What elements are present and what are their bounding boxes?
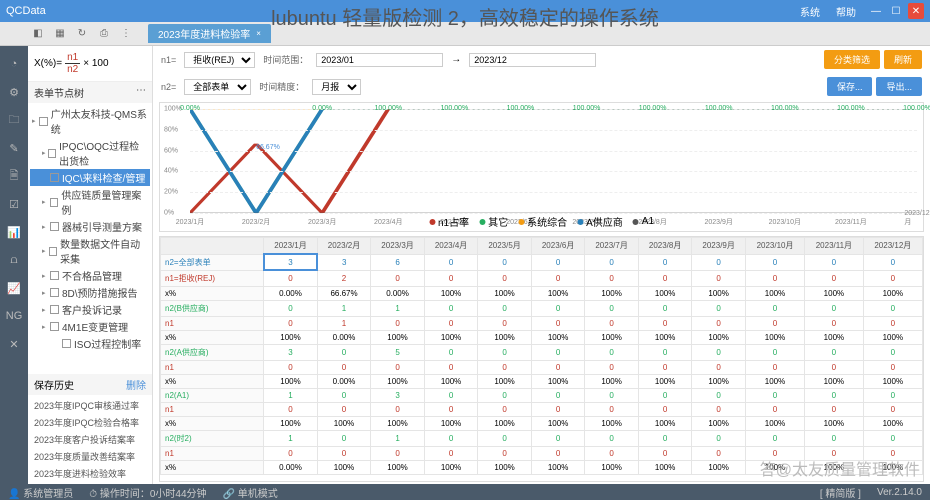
table-row[interactable]: n1010000000000 bbox=[161, 316, 923, 330]
table-row[interactable]: n2(B供应商)011000000000 bbox=[161, 300, 923, 316]
time-to-input[interactable] bbox=[469, 53, 596, 67]
tree-item[interactable]: ▸器械引导测量方案 bbox=[30, 218, 150, 235]
table-row[interactable]: n2(时2)101000000000 bbox=[161, 430, 923, 446]
save-button[interactable]: 保存... bbox=[827, 77, 873, 96]
doc-icon[interactable]: 🗎 bbox=[4, 166, 24, 186]
collapse-icon[interactable]: ⋯ bbox=[136, 85, 146, 100]
tree-item[interactable]: ▸供应链质量管理案例 bbox=[30, 186, 150, 218]
data-table[interactable]: 2023/1月2023/2月2023/3月2023/4月2023/5月2023/… bbox=[159, 236, 924, 482]
filter-bar-2: n2= 全部表单 时间精度： 月报 保存... 导出... bbox=[153, 73, 930, 100]
tree-item[interactable]: IQC\来料检查/管理 bbox=[30, 169, 150, 186]
history-item[interactable]: 2023年度客户投诉结案率 bbox=[34, 431, 146, 448]
tree-item[interactable]: ▸客户投诉记录 bbox=[30, 301, 150, 318]
tb-icon-3[interactable]: ↻ bbox=[72, 24, 92, 44]
ng-icon[interactable]: NG bbox=[4, 306, 24, 326]
table-row[interactable]: x%100%0.00%100%100%100%100%100%100%100%1… bbox=[161, 374, 923, 388]
table-row[interactable]: n1=拒收(REJ)020000000000 bbox=[161, 270, 923, 286]
table-row[interactable]: n2(A1)103000000000 bbox=[161, 388, 923, 402]
table-row[interactable]: n1000000000000 bbox=[161, 402, 923, 416]
filter-button[interactable]: 分类筛选 bbox=[824, 50, 880, 69]
toolbar: ◧ ▦ ↻ ⎙ ⋮ 2023年度进料检验率 × bbox=[0, 22, 930, 46]
app-title: QCData bbox=[6, 5, 46, 17]
gran-select[interactable]: 月报 bbox=[312, 79, 361, 95]
maximize-icon[interactable]: ☐ bbox=[888, 3, 904, 19]
history-delete-link[interactable]: 删除 bbox=[126, 377, 146, 392]
table-row[interactable]: n2=全部表单336000000000 bbox=[161, 254, 923, 270]
history-item[interactable]: 2023年度IPQC检验合格率 bbox=[34, 414, 146, 431]
status-version: Ver.2.14.0 bbox=[877, 487, 922, 498]
folder-icon[interactable]: 🗀 bbox=[4, 110, 24, 130]
tab-close-icon[interactable]: × bbox=[256, 29, 261, 38]
status-mode: 🔗 单机模式 bbox=[223, 485, 278, 500]
table-row[interactable]: x%100%100%100%100%100%100%100%100%100%10… bbox=[161, 416, 923, 430]
time-label: 时间范围： bbox=[263, 53, 308, 66]
watermark: 答@太友质量管理软件 bbox=[760, 456, 920, 480]
status-optime: ⏱ 操作时间：0小时44分钟 bbox=[89, 485, 206, 500]
sliders-icon[interactable]: ⚙ bbox=[4, 82, 24, 102]
tb-icon-5[interactable]: ⋮ bbox=[116, 24, 136, 44]
status-user: 👤 系统管理员 bbox=[8, 485, 73, 500]
history-item[interactable]: 2023年度IPQC审核通过率 bbox=[34, 397, 146, 414]
gran-label: 时间精度： bbox=[259, 80, 304, 93]
tools-icon[interactable]: ✕ bbox=[4, 334, 24, 354]
tb-icon-1[interactable]: ◧ bbox=[28, 24, 48, 44]
tree-item[interactable]: ▸广州太友科技-QMS系统 bbox=[30, 105, 150, 137]
left-panel: X(%) = n1n2 × 100 表单节点树⋯ ▸广州太友科技-QMS系统▸I… bbox=[28, 46, 153, 484]
tree-item[interactable]: ISO过程控制率 bbox=[30, 335, 150, 352]
trend-icon[interactable]: 📈 bbox=[4, 278, 24, 298]
statusbar: 👤 系统管理员 ⏱ 操作时间：0小时44分钟 🔗 单机模式 [ 精简版 ] Ve… bbox=[0, 484, 930, 500]
status-edition: [ 精简版 ] bbox=[820, 485, 861, 500]
tree-item[interactable]: ▸不合格品管理 bbox=[30, 267, 150, 284]
tree-item[interactable]: ▸4M1E变更管理 bbox=[30, 318, 150, 335]
menu-system[interactable]: 系统 bbox=[800, 4, 820, 19]
history-item[interactable]: 2023年度进料检验效率 bbox=[34, 465, 146, 482]
chart: 0%20%40%60%80%100%2023/1月0.00%2023/2月202… bbox=[159, 102, 924, 232]
formula-display: X(%) = n1n2 × 100 bbox=[28, 46, 152, 82]
tree: ▸广州太友科技-QMS系统▸IPQC\OQC过程检出货检IQC\来料检查/管理▸… bbox=[28, 103, 152, 374]
n1-select[interactable]: 拒收(REJ) bbox=[184, 52, 255, 68]
history-header: 保存历史删除 bbox=[28, 374, 152, 395]
history-item[interactable]: 2023年度质量改善结案率 bbox=[34, 448, 146, 465]
tb-icon-4[interactable]: ⎙ bbox=[94, 24, 114, 44]
content: n1= 拒收(REJ) 时间范围： → 分类筛选 刷新 n2= 全部表单 时间精… bbox=[153, 46, 930, 484]
titlebar: QCData 系统 帮助 — ☐ ✕ bbox=[0, 0, 930, 22]
table-row[interactable]: n2(A供应商)305000000000 bbox=[161, 344, 923, 360]
table-row[interactable]: x%100%0.00%100%100%100%100%100%100%100%1… bbox=[161, 330, 923, 344]
menu-help[interactable]: 帮助 bbox=[836, 4, 856, 19]
export-button[interactable]: 导出... bbox=[876, 77, 922, 96]
n2-label: n2= bbox=[161, 82, 176, 92]
n1-label: n1= bbox=[161, 55, 176, 65]
stats-icon[interactable]: ⩍ bbox=[4, 250, 24, 270]
icon-sidebar: ◔ ⚙ 🗀 ✎ 🗎 ☑ 📊 ⩍ 📈 NG ✕ bbox=[0, 46, 28, 484]
dashboard-icon[interactable]: ◔ bbox=[4, 54, 24, 74]
filter-bar: n1= 拒收(REJ) 时间范围： → 分类筛选 刷新 bbox=[153, 46, 930, 73]
tab-active[interactable]: 2023年度进料检验率 × bbox=[148, 24, 271, 43]
check-icon[interactable]: ☑ bbox=[4, 194, 24, 214]
close-icon[interactable]: ✕ bbox=[908, 3, 924, 19]
n2-select[interactable]: 全部表单 bbox=[184, 79, 251, 95]
tree-header: 表单节点树⋯ bbox=[28, 82, 152, 103]
tree-item[interactable]: ▸数量数据文件自动采集 bbox=[30, 235, 150, 267]
table-row[interactable]: n1000000000000 bbox=[161, 360, 923, 374]
chart-icon[interactable]: 📊 bbox=[4, 222, 24, 242]
tb-icon-2[interactable]: ▦ bbox=[50, 24, 70, 44]
tree-item[interactable]: ▸8D\预防措施报告 bbox=[30, 284, 150, 301]
refresh-button[interactable]: 刷新 bbox=[884, 50, 922, 69]
minimize-icon[interactable]: — bbox=[868, 3, 884, 19]
edit-icon[interactable]: ✎ bbox=[4, 138, 24, 158]
tab-label: 2023年度进料检验率 bbox=[158, 26, 250, 41]
time-from-input[interactable] bbox=[316, 53, 443, 67]
table-row[interactable]: x%0.00%66.67%0.00%100%100%100%100%100%10… bbox=[161, 286, 923, 300]
tree-item[interactable]: ▸IPQC\OQC过程检出货检 bbox=[30, 137, 150, 169]
